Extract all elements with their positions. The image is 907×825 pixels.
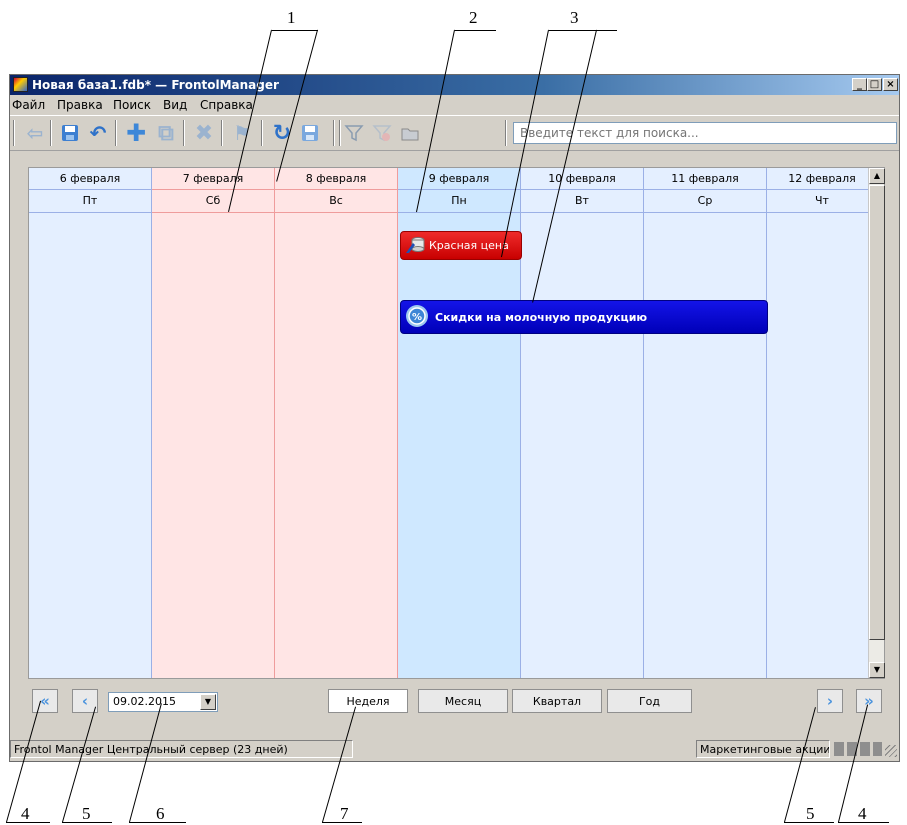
callout-5-left: 5 (82, 804, 91, 823)
prev-period-button[interactable]: « (32, 689, 58, 713)
toolbar-separator (183, 120, 185, 146)
callout-6: 6 (156, 804, 165, 823)
menu-edit[interactable]: Правка (57, 98, 103, 112)
leader-line (62, 822, 112, 823)
leader-line (838, 822, 889, 823)
status-module: Маркетинговые акции (696, 740, 830, 758)
day-weekday: Ср (697, 194, 713, 207)
clear-filter-icon[interactable] (369, 120, 395, 146)
next-step-button[interactable]: › (817, 689, 843, 713)
day-weekday: Чт (815, 194, 829, 207)
toolbar-separator (50, 120, 52, 146)
leader-line (6, 822, 50, 823)
toolbar-separator (221, 120, 223, 146)
undo-icon[interactable]: ↶ (85, 120, 111, 146)
view-quarter-button[interactable]: Квартал (512, 689, 602, 713)
day-column-sun[interactable]: 8 февраля Вс (275, 168, 398, 678)
event-label: Красная цена (429, 239, 509, 252)
day-date: 12 февраля (788, 172, 856, 185)
scroll-thumb[interactable] (869, 185, 885, 640)
menu-view[interactable]: Вид (163, 98, 187, 112)
app-icon (13, 77, 28, 92)
callout-1: 1 (287, 8, 296, 27)
callout-7: 7 (340, 804, 349, 823)
day-weekday: Вс (329, 194, 343, 207)
toolbar-separator (261, 120, 263, 146)
leader-line (455, 30, 496, 31)
day-date: 7 февраля (182, 172, 244, 185)
menu-search[interactable]: Поиск (113, 98, 151, 112)
day-column-thu[interactable]: 12 февраля Чт (767, 168, 868, 678)
day-weekday: Вт (575, 194, 589, 207)
leader-line (272, 30, 318, 31)
event-dairy-discount[interactable]: % Скидки на молочную продукцию (400, 300, 768, 334)
flag-icon[interactable]: ⚑ (229, 120, 255, 146)
next-period-button[interactable]: » (856, 689, 882, 713)
event-label: Скидки на молочную продукцию (435, 310, 648, 324)
view-year-button[interactable]: Год (607, 689, 692, 713)
day-column-fri[interactable]: 6 февраля Пт (29, 168, 152, 678)
delete-icon[interactable]: ✖ (191, 120, 217, 146)
menu-bar: Файл Правка Поиск Вид Справка (10, 96, 899, 114)
leader-line (129, 822, 186, 823)
scroll-up-button[interactable]: ▲ (869, 168, 885, 184)
day-column-wed[interactable]: 11 февраля Ср (644, 168, 767, 678)
minimize-button[interactable]: _ (852, 78, 867, 91)
discount-icon: % (405, 304, 429, 331)
scroll-down-button[interactable]: ▼ (869, 662, 885, 678)
status-bar: Frontol Manager Центральный сервер (23 д… (10, 739, 899, 761)
status-server: Frontol Manager Центральный сервер (23 д… (10, 740, 353, 758)
add-icon[interactable]: ✚ (123, 119, 149, 147)
menu-help[interactable]: Справка (200, 98, 253, 112)
toolbar-separator (115, 120, 117, 146)
callout-4-left: 4 (21, 804, 30, 823)
callout-3: 3 (570, 8, 579, 27)
day-date: 10 февраля (548, 172, 616, 185)
leader-line (322, 822, 362, 823)
toolbar-separator (333, 120, 335, 146)
toolbar-separator (505, 120, 507, 146)
window-title: Новая база1.fdb* — FrontolManager (32, 78, 279, 92)
date-picker[interactable]: 09.02.2015 ▼ (108, 692, 218, 712)
toolbar: ⇦ ↶ ✚ ⧉ ✖ ⚑ ↻ (10, 115, 899, 151)
callout-4-right: 4 (858, 804, 867, 823)
close-button[interactable]: × (883, 78, 898, 91)
vertical-scrollbar[interactable]: ▲ ▼ (868, 168, 885, 678)
menu-file[interactable]: Файл (12, 98, 45, 112)
add-copy-icon[interactable]: ⧉ (153, 120, 179, 146)
view-week-button[interactable]: Неделя (328, 689, 408, 713)
callout-5-right: 5 (806, 804, 815, 823)
filter-icon[interactable] (341, 120, 367, 146)
day-column-tue[interactable]: 10 февраля Вт (521, 168, 644, 678)
day-column-sat[interactable]: 7 февраля Сб (152, 168, 275, 678)
day-weekday: Сб (205, 194, 221, 207)
dropdown-arrow-icon[interactable]: ▼ (200, 694, 216, 710)
calendar-panel: 6 февраля Пт 7 февраля Сб 8 февраля Вс 9… (28, 167, 885, 679)
svg-text:%: % (412, 312, 422, 323)
save-icon[interactable] (57, 120, 83, 146)
day-date: 11 февраля (671, 172, 739, 185)
callout-2: 2 (469, 8, 478, 27)
toolbar-grip (13, 120, 15, 146)
leader-line (549, 30, 617, 31)
app-window: Новая база1.fdb* — FrontolManager _ □ × … (9, 74, 900, 762)
view-month-button[interactable]: Месяц (418, 689, 508, 713)
day-date: 8 февраля (305, 172, 367, 185)
day-weekday: Пт (82, 194, 98, 207)
title-bar[interactable]: Новая база1.fdb* — FrontolManager _ □ × (10, 75, 899, 95)
day-date: 9 февраля (428, 172, 490, 185)
date-value: 09.02.2015 (113, 695, 176, 708)
resize-grip-icon[interactable] (885, 745, 897, 757)
leader-line (784, 822, 834, 823)
day-date: 6 февраля (59, 172, 121, 185)
back-arrow-icon[interactable]: ⇦ (22, 120, 48, 146)
maximize-button[interactable]: □ (867, 78, 882, 91)
folder-icon[interactable] (397, 120, 423, 146)
coins-icon (404, 234, 426, 257)
save-as-icon[interactable] (297, 120, 323, 146)
